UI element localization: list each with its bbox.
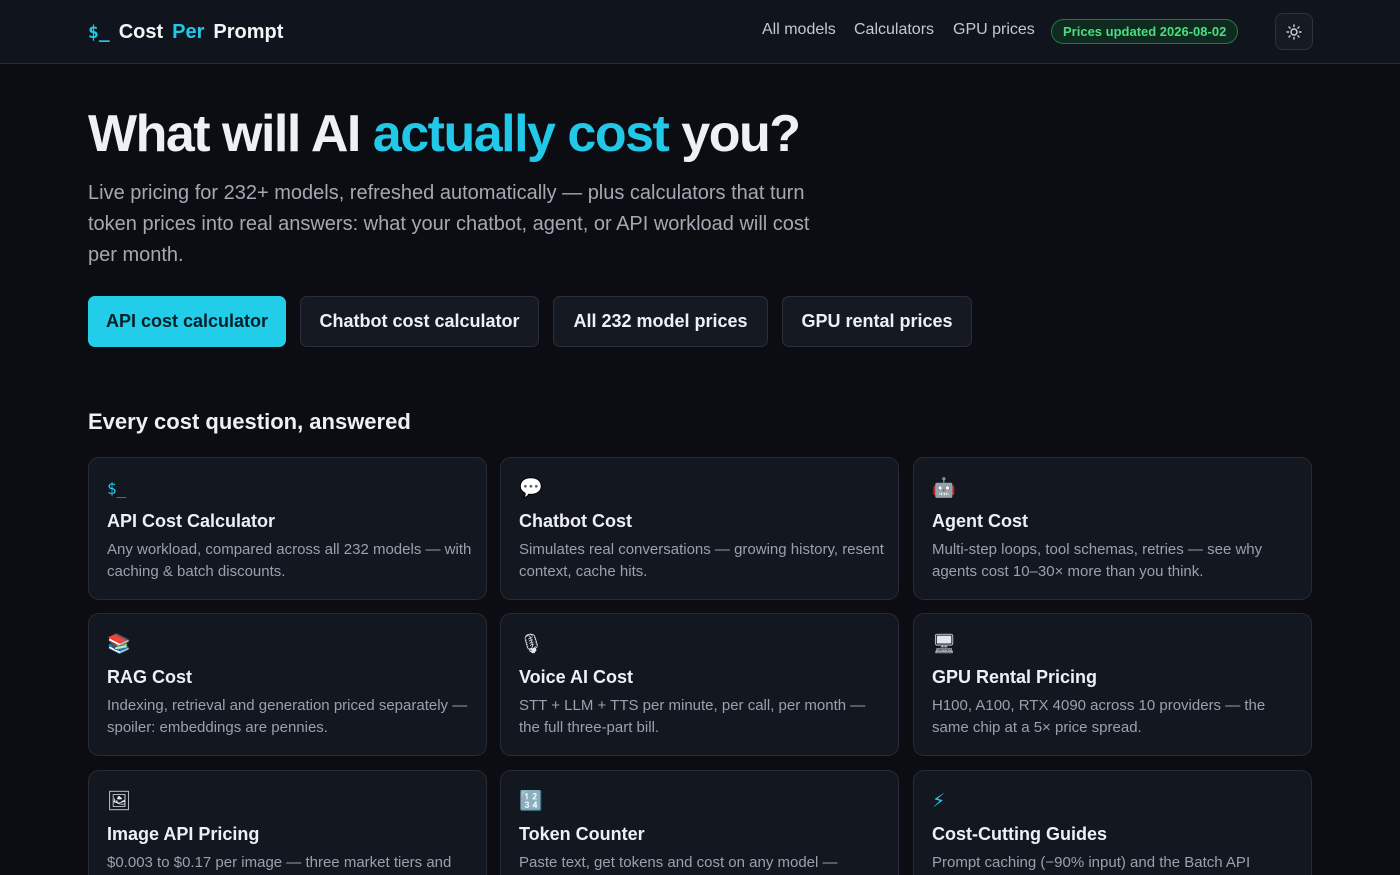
card-rag-cost[interactable]: 📚 RAG Cost Indexing, retrieval and gener… — [88, 613, 487, 756]
card-description: Any workload, compared across all 232 mo… — [107, 541, 472, 580]
api-cost-calculator-button[interactable]: API cost calculator — [88, 296, 286, 347]
microphone-icon: 🎙 — [519, 634, 544, 655]
lightning-icon: ⚡ — [932, 791, 946, 812]
card-title: GPU Rental Pricing — [932, 667, 1098, 687]
card-api-cost-calculator[interactable]: $_ API Cost Calculator Any workload, com… — [88, 457, 487, 600]
terminal-prompt-icon: $_ — [88, 21, 110, 43]
chatbot-cost-calculator-button[interactable]: Chatbot cost calculator — [300, 296, 539, 347]
card-description: $0.003 to $0.17 per image — three market… — [107, 854, 452, 871]
site-logo[interactable]: $_ Cost Per Prompt — [88, 19, 283, 45]
terminal-icon: $_ — [107, 479, 127, 498]
card-gpu-rental-pricing[interactable]: 🖥 GPU Rental Pricing H100, A100, RTX 409… — [913, 613, 1312, 756]
card-description: Simulates real conversations — growing h… — [519, 541, 884, 580]
card-description: Prompt caching (−90% input) and the Batc… — [932, 854, 1251, 871]
card-image-api-pricing[interactable]: 🖼 Image API Pricing $0.003 to $0.17 per … — [88, 770, 487, 875]
framed-picture-icon: 🖼 — [107, 791, 132, 812]
card-title: Agent Cost — [932, 511, 1028, 531]
hero-title-tail: you? — [681, 105, 801, 163]
books-icon: 📚 — [107, 634, 131, 655]
card-title: Cost-Cutting Guides — [932, 824, 1107, 844]
card-description: Paste text, get tokens and cost on any m… — [519, 854, 838, 871]
card-title: Image API Pricing — [107, 824, 260, 844]
nav-link-gpu-prices[interactable]: GPU prices — [953, 21, 1035, 39]
numbers-icon: 🔢 — [519, 791, 543, 812]
card-title: Chatbot Cost — [519, 511, 632, 531]
card-description: STT + LLM + TTS per minute, per call, pe… — [519, 697, 866, 736]
card-token-counter[interactable]: 🔢 Token Counter Paste text, get tokens a… — [500, 770, 899, 875]
gpu-rental-prices-button[interactable]: GPU rental prices — [782, 296, 972, 347]
prices-updated-badge: Prices updated 2026-08-02 — [1051, 19, 1239, 44]
card-cost-cutting-guides[interactable]: ⚡ Cost-Cutting Guides Prompt caching (−9… — [913, 770, 1312, 875]
card-voice-ai-cost[interactable]: 🎙 Voice AI Cost STT + LLM + TTS per minu… — [500, 613, 899, 756]
robot-icon: 🤖 — [932, 478, 956, 499]
card-title: API Cost Calculator — [107, 511, 276, 531]
sun-icon — [1286, 23, 1302, 40]
nav-link-all-models[interactable]: All models — [762, 21, 836, 39]
card-title: RAG Cost — [107, 667, 192, 687]
hero-subtitle: Live pricing for 232+ models, refreshed … — [88, 182, 810, 266]
logo-word-prompt: Prompt — [213, 20, 284, 43]
all-model-prices-button[interactable]: All 232 model prices — [553, 296, 768, 347]
speech-bubble-icon: 💬 — [519, 478, 543, 499]
top-navigation-bar: $_ Cost Per Prompt All models Calculator… — [0, 0, 1400, 64]
section-title: Every cost question, answered — [88, 409, 411, 434]
card-chatbot-cost[interactable]: 💬 Chatbot Cost Simulates real conversati… — [500, 457, 899, 600]
card-description: Multi-step loops, tool schemas, retries … — [932, 541, 1263, 580]
nav-link-calculators[interactable]: Calculators — [854, 21, 934, 39]
theme-toggle-button[interactable] — [1275, 13, 1313, 50]
card-description: Indexing, retrieval and generation price… — [107, 697, 468, 736]
card-title: Token Counter — [519, 824, 645, 844]
card-agent-cost[interactable]: 🤖 Agent Cost Multi-step loops, tool sche… — [913, 457, 1312, 600]
hero-title-accent: actually cost — [372, 105, 670, 163]
card-description: H100, A100, RTX 4090 across 10 providers… — [932, 697, 1266, 736]
hero-title-lead: What will AI — [88, 105, 361, 163]
desktop-computer-icon: 🖥 — [932, 634, 957, 655]
logo-word-per: Per — [172, 20, 205, 43]
logo-word-cost: Cost — [118, 20, 164, 43]
card-title: Voice AI Cost — [519, 667, 634, 687]
hero-title: What will AI actually cost you? — [88, 104, 801, 164]
